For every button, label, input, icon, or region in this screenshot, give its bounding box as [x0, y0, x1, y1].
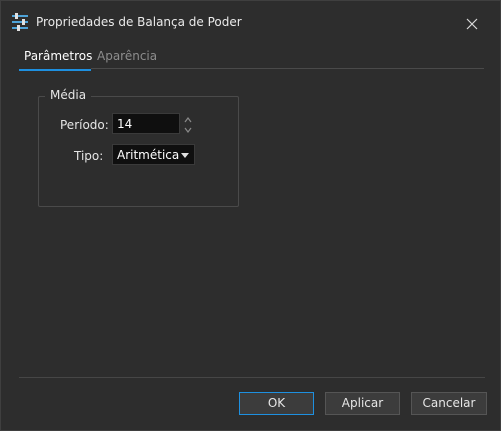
- footer-divider: [19, 377, 485, 378]
- chevron-down-icon: [184, 127, 192, 133]
- periodo-input[interactable]: [112, 113, 180, 134]
- properties-dialog: Propriedades de Balança de Poder Parâmet…: [0, 0, 501, 431]
- sliders-icon: [11, 13, 29, 31]
- close-button[interactable]: [457, 11, 487, 37]
- title-bar: Propriedades de Balança de Poder: [1, 1, 500, 45]
- tipo-label: Tipo:: [74, 149, 104, 163]
- tipo-select-value: Aritmética: [117, 148, 180, 162]
- tab-parametros[interactable]: Parâmetros: [19, 49, 92, 71]
- close-icon: [466, 18, 478, 30]
- ok-button[interactable]: OK: [239, 392, 314, 415]
- apply-button[interactable]: Aplicar: [325, 392, 400, 415]
- tab-divider: [91, 68, 484, 69]
- tipo-select[interactable]: Aritmética: [112, 144, 195, 165]
- periodo-label: Período:: [60, 118, 109, 132]
- cancel-button[interactable]: Cancelar: [411, 392, 487, 415]
- groupbox-legend: Média: [45, 88, 92, 102]
- spin-up-button[interactable]: [182, 114, 194, 124]
- dropdown-arrow-icon: [181, 153, 189, 158]
- dialog-title: Propriedades de Balança de Poder: [36, 15, 242, 29]
- tab-aparencia[interactable]: Aparência: [97, 49, 157, 69]
- spin-down-button[interactable]: [182, 124, 194, 134]
- tab-bar: Parâmetros Aparência: [1, 47, 500, 71]
